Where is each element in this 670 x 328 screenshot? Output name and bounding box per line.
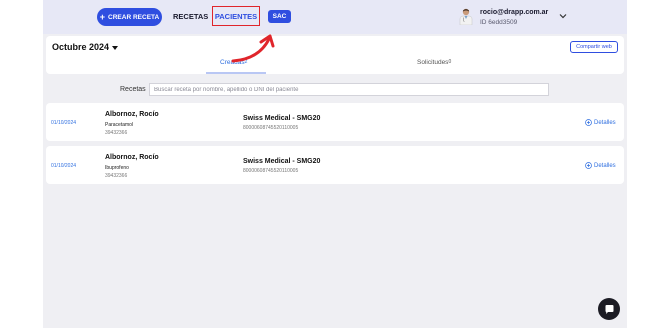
- details-label: Detalles: [594, 119, 616, 126]
- annotation-arrow-icon: [231, 34, 275, 63]
- tab-solicitudes-label: Solicitudes: [417, 59, 449, 66]
- medication-name: Ibuprofeno: [105, 165, 129, 171]
- details-link[interactable]: Detalles: [585, 119, 616, 126]
- insurance-credential: 80000608745520110005: [243, 125, 299, 131]
- patient-dni: 39432366: [105, 130, 128, 136]
- patient-name: Albornoz, Rocío: [105, 154, 159, 161]
- patient-dni: 39432366: [105, 173, 128, 179]
- medication-name: Paracetamol: [105, 122, 134, 128]
- caret-down-icon[interactable]: [112, 46, 118, 50]
- tab-solicitudes[interactable]: Solicitudes0: [417, 59, 451, 66]
- prescription-row[interactable]: 01/10/2024 Albornoz, Rocío Paracetamol 3…: [46, 103, 624, 141]
- patient-name: Albornoz, Rocío: [105, 111, 159, 118]
- plus-circle-icon: [585, 162, 592, 169]
- month-selector[interactable]: Octubre 2024: [52, 42, 109, 52]
- share-web-button[interactable]: Compartir web: [570, 41, 618, 53]
- details-link[interactable]: Detalles: [585, 162, 616, 169]
- details-label: Detalles: [594, 162, 616, 169]
- create-prescription-button[interactable]: + CREAR RECETA: [97, 8, 162, 26]
- active-tab-indicator: [206, 72, 266, 74]
- search-label: Recetas: [120, 86, 146, 93]
- prescriptions-toolbar: Octubre 2024 Compartir web Creadas2 Soli…: [46, 36, 624, 74]
- create-prescription-label: CREAR RECETA: [108, 13, 160, 21]
- chat-button[interactable]: [598, 298, 620, 320]
- chat-bubble-icon: [605, 304, 613, 314]
- insurance-credential: 80000608745520110005: [243, 168, 299, 174]
- tab-solicitudes-count: 0: [448, 59, 452, 65]
- prescription-date: 01/10/2024: [51, 120, 77, 126]
- search-input[interactable]: [149, 83, 549, 96]
- nav-recetas[interactable]: RECETAS: [173, 12, 208, 21]
- prescription-date: 01/10/2024: [51, 163, 77, 169]
- insurance-plan: Swiss Medical - SMG20: [243, 115, 321, 122]
- plus-icon: +: [99, 12, 106, 22]
- nav-pacientes[interactable]: PACIENTES: [212, 6, 260, 26]
- user-id: ID 6edd3509: [480, 19, 518, 26]
- top-navbar: + CREAR RECETA RECETAS PACIENTES SAC roc…: [43, 0, 627, 34]
- app-window: + CREAR RECETA RECETAS PACIENTES SAC roc…: [43, 0, 627, 328]
- chevron-down-icon[interactable]: [559, 13, 567, 19]
- plus-circle-icon: [585, 119, 592, 126]
- doctor-avatar-icon[interactable]: [459, 7, 473, 25]
- sac-button[interactable]: SAC: [268, 10, 291, 23]
- user-email: rocio@drapp.com.ar: [480, 9, 549, 16]
- insurance-plan: Swiss Medical - SMG20: [243, 158, 321, 165]
- prescription-row[interactable]: 01/10/2024 Albornoz, Rocío Ibuprofeno 39…: [46, 146, 624, 184]
